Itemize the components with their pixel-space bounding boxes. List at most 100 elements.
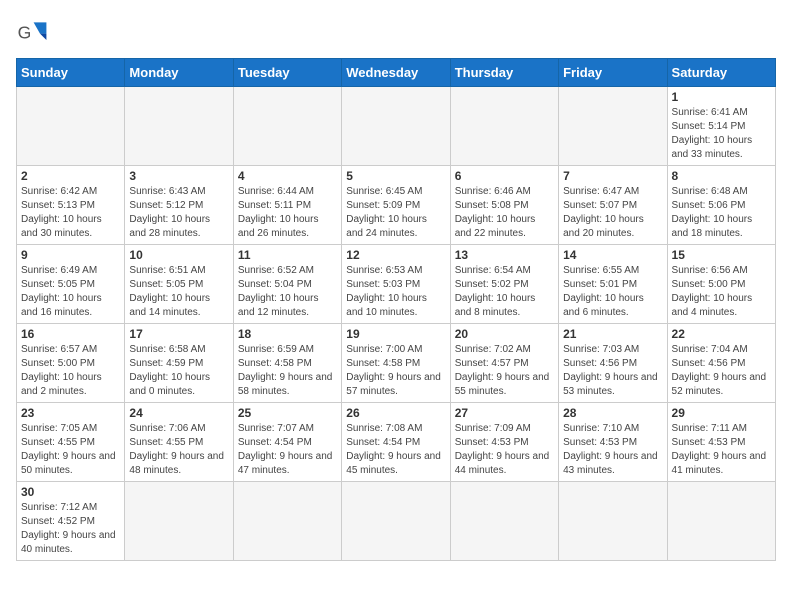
day-info: Sunrise: 6:52 AM Sunset: 5:04 PM Dayligh… — [238, 264, 337, 320]
day-info: Sunrise: 6:57 AM Sunset: 5:00 PM Dayligh… — [21, 343, 120, 399]
day-info: Sunrise: 6:43 AM Sunset: 5:12 PM Dayligh… — [129, 185, 228, 241]
day-info: Sunrise: 6:58 AM Sunset: 4:59 PM Dayligh… — [129, 343, 228, 399]
day-number: 29 — [672, 406, 771, 420]
day-number: 11 — [238, 248, 337, 262]
day-info: Sunrise: 7:11 AM Sunset: 4:53 PM Dayligh… — [672, 422, 771, 478]
day-number: 5 — [346, 169, 445, 183]
weekday-header-thursday: Thursday — [450, 59, 558, 87]
weekday-header-saturday: Saturday — [667, 59, 775, 87]
day-number: 20 — [455, 327, 554, 341]
calendar-cell — [667, 482, 775, 561]
day-info: Sunrise: 7:12 AM Sunset: 4:52 PM Dayligh… — [21, 501, 120, 557]
calendar-cell: 11 Sunrise: 6:52 AM Sunset: 5:04 PM Dayli… — [233, 245, 341, 324]
day-number: 28 — [563, 406, 662, 420]
calendar-cell — [125, 87, 233, 166]
day-info: Sunrise: 6:42 AM Sunset: 5:13 PM Dayligh… — [21, 185, 120, 241]
calendar-cell: 6 Sunrise: 6:46 AM Sunset: 5:08 PM Daylig… — [450, 166, 558, 245]
day-info: Sunrise: 7:04 AM Sunset: 4:56 PM Dayligh… — [672, 343, 771, 399]
calendar-cell — [125, 482, 233, 561]
svg-text:G: G — [18, 22, 32, 42]
day-info: Sunrise: 7:03 AM Sunset: 4:56 PM Dayligh… — [563, 343, 662, 399]
calendar-cell: 7Sunrise: 6:47 AM Sunset: 5:07 PM Daylig… — [559, 166, 667, 245]
calendar-cell — [342, 482, 450, 561]
calendar-cell — [233, 87, 341, 166]
calendar-cell: 15 Sunrise: 6:56 AM Sunset: 5:00 PM Dayli… — [667, 245, 775, 324]
day-info: Sunrise: 7:09 AM Sunset: 4:53 PM Dayligh… — [455, 422, 554, 478]
calendar-cell: 3 Sunrise: 6:43 AM Sunset: 5:12 PM Daylig… — [125, 166, 233, 245]
weekday-header-tuesday: Tuesday — [233, 59, 341, 87]
day-number: 3 — [129, 169, 228, 183]
calendar-cell — [450, 482, 558, 561]
day-info: Sunrise: 6:54 AM Sunset: 5:02 PM Dayligh… — [455, 264, 554, 320]
calendar-cell: 2Sunrise: 6:42 AM Sunset: 5:13 PM Daylig… — [17, 166, 125, 245]
calendar-cell: 14 Sunrise: 6:55 AM Sunset: 5:01 PM Dayli… — [559, 245, 667, 324]
weekday-header-monday: Monday — [125, 59, 233, 87]
calendar-cell: 8 Sunrise: 6:48 AM Sunset: 5:06 PM Daylig… — [667, 166, 775, 245]
day-info: Sunrise: 7:05 AM Sunset: 4:55 PM Dayligh… — [21, 422, 120, 478]
day-number: 17 — [129, 327, 228, 341]
day-info: Sunrise: 6:45 AM Sunset: 5:09 PM Dayligh… — [346, 185, 445, 241]
weekday-header-sunday: Sunday — [17, 59, 125, 87]
weekday-header-wednesday: Wednesday — [342, 59, 450, 87]
day-info: Sunrise: 6:55 AM Sunset: 5:01 PM Dayligh… — [563, 264, 662, 320]
calendar-cell: 23Sunrise: 7:05 AM Sunset: 4:55 PM Dayli… — [17, 403, 125, 482]
calendar-week-row: 16Sunrise: 6:57 AM Sunset: 5:00 PM Dayli… — [17, 324, 776, 403]
calendar-cell: 17 Sunrise: 6:58 AM Sunset: 4:59 PM Dayli… — [125, 324, 233, 403]
day-info: Sunrise: 6:53 AM Sunset: 5:03 PM Dayligh… — [346, 264, 445, 320]
calendar-cell: 21 Sunrise: 7:03 AM Sunset: 4:56 PM Dayli… — [559, 324, 667, 403]
calendar-week-row: 30 Sunrise: 7:12 AM Sunset: 4:52 PM Dayli… — [17, 482, 776, 561]
day-number: 27 — [455, 406, 554, 420]
day-info: Sunrise: 6:59 AM Sunset: 4:58 PM Dayligh… — [238, 343, 337, 399]
calendar-cell: 30 Sunrise: 7:12 AM Sunset: 4:52 PM Dayli… — [17, 482, 125, 561]
calendar-cell: 4Sunrise: 6:44 AM Sunset: 5:11 PM Daylig… — [233, 166, 341, 245]
day-number: 15 — [672, 248, 771, 262]
day-info: Sunrise: 7:06 AM Sunset: 4:55 PM Dayligh… — [129, 422, 228, 478]
calendar-cell: 20 Sunrise: 7:02 AM Sunset: 4:57 PM Dayli… — [450, 324, 558, 403]
calendar-cell: 24Sunrise: 7:06 AM Sunset: 4:55 PM Dayli… — [125, 403, 233, 482]
day-info: Sunrise: 6:48 AM Sunset: 5:06 PM Dayligh… — [672, 185, 771, 241]
day-number: 21 — [563, 327, 662, 341]
calendar-week-row: 1 Sunrise: 6:41 AM Sunset: 5:14 PM Daylig… — [17, 87, 776, 166]
day-info: Sunrise: 7:08 AM Sunset: 4:54 PM Dayligh… — [346, 422, 445, 478]
day-number: 19 — [346, 327, 445, 341]
calendar-table: SundayMondayTuesdayWednesdayThursdayFrid… — [16, 58, 776, 561]
logo-icon: G — [16, 16, 48, 48]
day-number: 1 — [672, 90, 771, 104]
day-info: Sunrise: 6:46 AM Sunset: 5:08 PM Dayligh… — [455, 185, 554, 241]
calendar-cell: 13Sunrise: 6:54 AM Sunset: 5:02 PM Dayli… — [450, 245, 558, 324]
day-number: 14 — [563, 248, 662, 262]
day-number: 30 — [21, 485, 120, 499]
day-info: Sunrise: 7:07 AM Sunset: 4:54 PM Dayligh… — [238, 422, 337, 478]
calendar-cell: 29 Sunrise: 7:11 AM Sunset: 4:53 PM Dayli… — [667, 403, 775, 482]
day-number: 9 — [21, 248, 120, 262]
day-info: Sunrise: 7:02 AM Sunset: 4:57 PM Dayligh… — [455, 343, 554, 399]
calendar-cell: 9 Sunrise: 6:49 AM Sunset: 5:05 PM Daylig… — [17, 245, 125, 324]
calendar-week-row: 23Sunrise: 7:05 AM Sunset: 4:55 PM Dayli… — [17, 403, 776, 482]
calendar-cell: 5 Sunrise: 6:45 AM Sunset: 5:09 PM Daylig… — [342, 166, 450, 245]
day-info: Sunrise: 6:41 AM Sunset: 5:14 PM Dayligh… — [672, 106, 771, 162]
day-number: 12 — [346, 248, 445, 262]
calendar-cell: 26 Sunrise: 7:08 AM Sunset: 4:54 PM Dayli… — [342, 403, 450, 482]
calendar-week-row: 2Sunrise: 6:42 AM Sunset: 5:13 PM Daylig… — [17, 166, 776, 245]
calendar-cell: 19 Sunrise: 7:00 AM Sunset: 4:58 PM Dayli… — [342, 324, 450, 403]
calendar-cell: 27 Sunrise: 7:09 AM Sunset: 4:53 PM Dayli… — [450, 403, 558, 482]
logo: G — [16, 16, 52, 48]
calendar-cell: 18 Sunrise: 6:59 AM Sunset: 4:58 PM Dayli… — [233, 324, 341, 403]
day-number: 18 — [238, 327, 337, 341]
day-info: Sunrise: 7:00 AM Sunset: 4:58 PM Dayligh… — [346, 343, 445, 399]
day-number: 8 — [672, 169, 771, 183]
day-number: 4 — [238, 169, 337, 183]
day-info: Sunrise: 6:49 AM Sunset: 5:05 PM Dayligh… — [21, 264, 120, 320]
day-info: Sunrise: 6:51 AM Sunset: 5:05 PM Dayligh… — [129, 264, 228, 320]
calendar-cell: 25 Sunrise: 7:07 AM Sunset: 4:54 PM Dayli… — [233, 403, 341, 482]
day-number: 25 — [238, 406, 337, 420]
day-number: 6 — [455, 169, 554, 183]
calendar-cell — [342, 87, 450, 166]
day-info: Sunrise: 6:56 AM Sunset: 5:00 PM Dayligh… — [672, 264, 771, 320]
page-header: G — [16, 16, 776, 48]
calendar-cell — [233, 482, 341, 561]
day-info: Sunrise: 7:10 AM Sunset: 4:53 PM Dayligh… — [563, 422, 662, 478]
calendar-cell: 10Sunrise: 6:51 AM Sunset: 5:05 PM Dayli… — [125, 245, 233, 324]
day-number: 26 — [346, 406, 445, 420]
calendar-cell — [559, 482, 667, 561]
